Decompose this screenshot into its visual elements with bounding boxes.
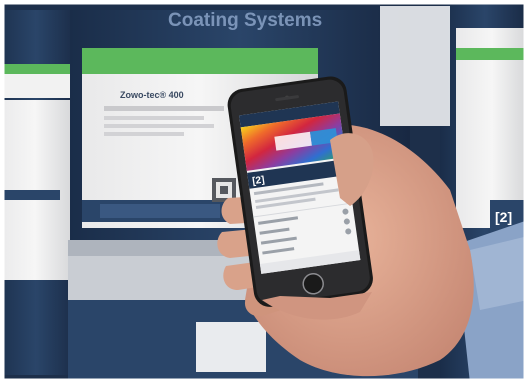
photo-illustration: Coating Systems Zowo-tec® 400 [2] [2] <box>0 0 528 383</box>
background-brand-text: Coating Systems <box>168 10 322 31</box>
can-product-label: Zowo-tec® 400 <box>120 90 184 100</box>
background-shelf <box>380 6 450 126</box>
right-can-number: [2] <box>495 209 512 225</box>
photo-scene: Coating Systems Zowo-tec® 400 [2] [2] <box>0 0 528 383</box>
app-logo-text: [2] <box>252 175 266 188</box>
can-green-band <box>82 48 318 74</box>
